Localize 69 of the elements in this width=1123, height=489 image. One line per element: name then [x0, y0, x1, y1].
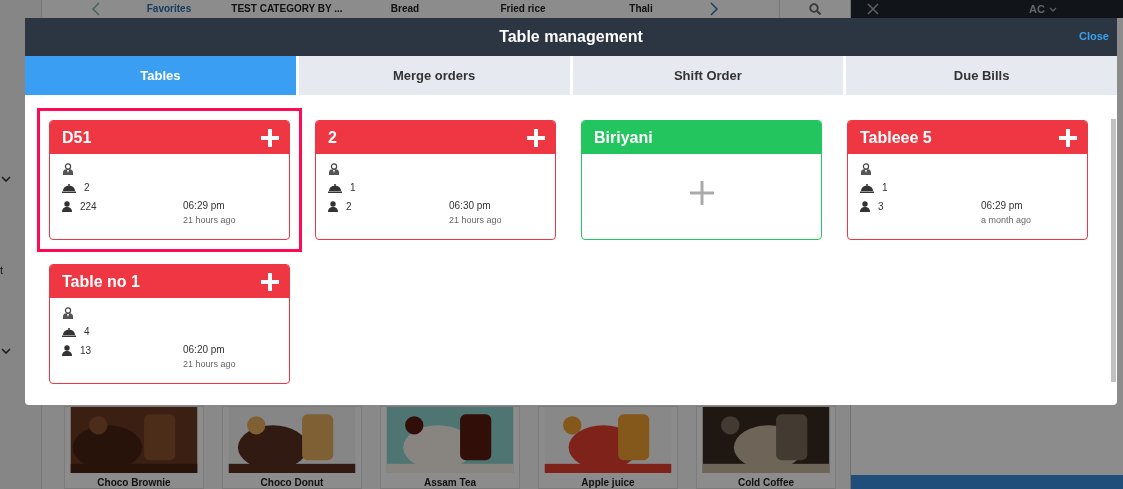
table-selector[interactable]: AC [1029, 3, 1045, 15]
order-time: 06:29 pm [183, 200, 226, 211]
waiter-icon [328, 162, 340, 175]
product-name: Apple juice [580, 476, 636, 488]
item-count: 4 [84, 326, 90, 337]
chevron-left-icon [92, 2, 100, 16]
product-card[interactable]: Cold Coffee [696, 406, 836, 489]
tab[interactable]: Merge orders [298, 56, 570, 95]
item-count: 1 [882, 182, 888, 193]
modal-title: Table management [499, 28, 643, 46]
product-card[interactable]: Choco Donut [222, 406, 362, 489]
plus-icon [1059, 128, 1077, 147]
category-tab[interactable]: Thali [582, 3, 700, 15]
cloche-icon [860, 182, 874, 193]
table-name: 2 [328, 128, 337, 147]
plus-icon [261, 128, 279, 147]
chevron-down-icon [1, 176, 11, 182]
product-card[interactable]: Apple juice [538, 406, 678, 489]
table-name: Tableee 5 [860, 128, 932, 147]
plus-icon [261, 272, 279, 291]
time-ago: 21 hours ago [449, 215, 502, 225]
product-name: Choco Donut [259, 476, 325, 488]
time-ago: a month ago [981, 215, 1032, 225]
chevron-right-icon [710, 2, 718, 16]
table-name: Table no 1 [62, 272, 140, 291]
item-count: 2 [84, 182, 90, 193]
time-ago: 21 hours ago [183, 359, 236, 369]
category-tab[interactable]: Fried rice [464, 3, 582, 15]
sidebar-text: t [0, 264, 4, 276]
person-icon [62, 345, 72, 356]
product-name: Cold Coffee [736, 476, 796, 488]
plus-icon [527, 128, 545, 147]
guest-count: 224 [80, 201, 97, 212]
product-name: Assam Tea [422, 476, 478, 488]
time-ago: 21 hours ago [183, 215, 236, 225]
chevron-down-icon [1048, 6, 1057, 12]
cloche-icon [62, 182, 76, 193]
plus-icon [689, 180, 714, 205]
order-time: 06:20 pm [183, 344, 226, 355]
close-link[interactable]: Close [1079, 30, 1109, 42]
order-time: 06:29 pm [981, 200, 1024, 211]
cloche-icon [328, 182, 342, 193]
close-icon [867, 3, 879, 15]
guest-count: 3 [878, 201, 884, 212]
person-icon [328, 201, 338, 212]
product-card[interactable]: Assam Tea [380, 406, 520, 489]
item-count: 1 [350, 182, 356, 193]
person-icon [62, 201, 72, 212]
category-tab[interactable]: Bread [346, 3, 464, 15]
category-tab[interactable]: Favorites [110, 3, 228, 15]
waiter-icon [62, 306, 74, 319]
waiter-icon [62, 162, 74, 175]
product-name: Choco Brownie [96, 476, 172, 488]
search-icon [809, 3, 821, 15]
cloche-icon [62, 326, 76, 337]
guest-count: 2 [346, 201, 352, 212]
product-card[interactable]: Choco Brownie [64, 406, 204, 489]
waiter-icon [860, 162, 872, 175]
guest-count: 13 [80, 345, 92, 356]
scrollbar[interactable] [1111, 119, 1116, 382]
category-tab[interactable]: TEST CATEGORY BY ... [228, 3, 346, 15]
chevron-down-icon [1, 348, 11, 354]
tab[interactable]: Shift Order [572, 56, 844, 95]
order-time: 06:30 pm [449, 200, 492, 211]
table-name: D51 [62, 128, 92, 147]
table-card[interactable]: D51 2 224 06:29 pm 21 hours ago [37, 108, 302, 252]
table-name: Biriyani [594, 128, 653, 147]
person-icon [860, 201, 870, 212]
tab[interactable]: Due Bills [846, 56, 1117, 95]
